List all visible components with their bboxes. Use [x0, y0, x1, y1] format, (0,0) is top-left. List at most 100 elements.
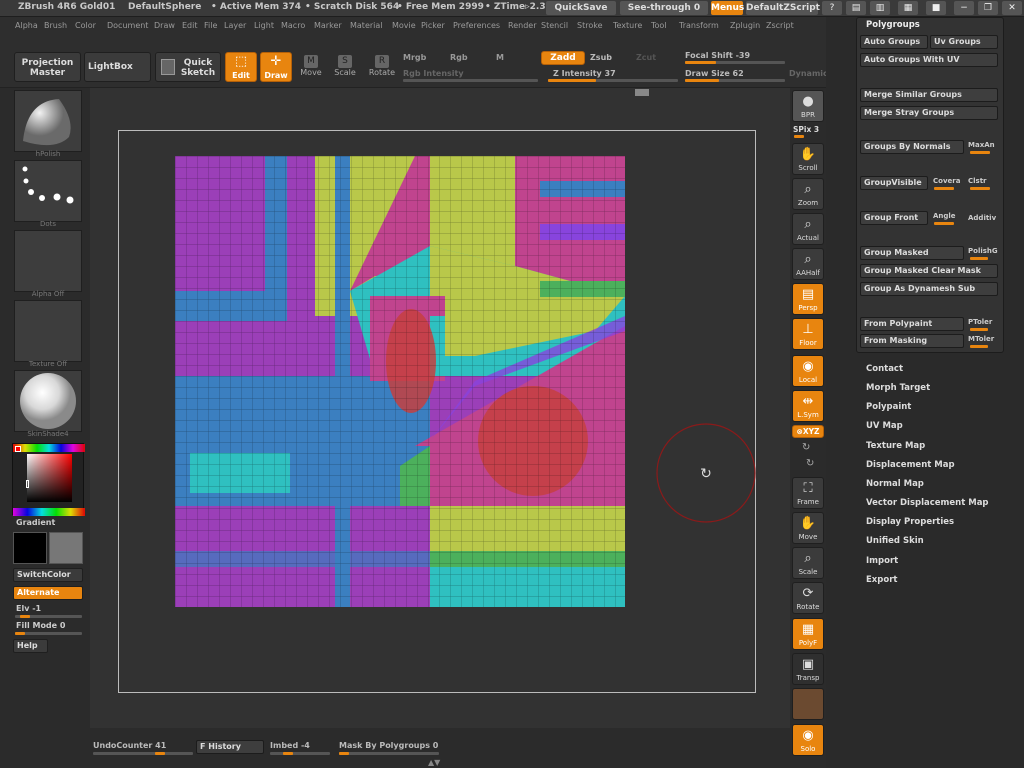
- m-button[interactable]: M: [496, 53, 504, 62]
- merge-similar-groups-button[interactable]: Merge Similar Groups: [860, 88, 998, 102]
- see-through-slider[interactable]: See-through 0: [620, 1, 708, 15]
- viewport-scroll-handle[interactable]: [635, 89, 649, 96]
- menu-light[interactable]: Light: [254, 21, 274, 30]
- coverage-slider[interactable]: [934, 187, 954, 190]
- submenu-display-properties[interactable]: Display Properties: [866, 517, 954, 527]
- auto-groups-uv-button[interactable]: Auto Groups With UV: [860, 53, 998, 67]
- menu-macro[interactable]: Macro: [281, 21, 305, 30]
- polygroup-mesh[interactable]: [175, 156, 625, 607]
- xyz-button[interactable]: ⊗XYZ: [792, 425, 824, 438]
- submenu-morph-target[interactable]: Morph Target: [866, 383, 930, 393]
- move-button[interactable]: M Move: [296, 53, 326, 81]
- config-icon[interactable]: ▦: [898, 1, 918, 15]
- rgb-button[interactable]: Rgb: [450, 53, 468, 62]
- menu-stroke[interactable]: Stroke: [577, 21, 603, 30]
- ui-icon[interactable]: ▥: [870, 1, 890, 15]
- groupvisible-button[interactable]: GroupVisible: [860, 176, 928, 190]
- draw-button[interactable]: ✛ Draw: [260, 52, 292, 82]
- scroll-button[interactable]: ✋ Scroll: [792, 143, 824, 175]
- hue-bar-bottom[interactable]: [13, 508, 85, 516]
- menu-alpha[interactable]: Alpha: [15, 21, 38, 30]
- menu-render[interactable]: Render: [508, 21, 536, 30]
- menu-tool[interactable]: Tool: [651, 21, 667, 30]
- mrgb-button[interactable]: Mrgb: [403, 53, 426, 62]
- menu-zplugin[interactable]: Zplugin: [730, 21, 760, 30]
- menu-preferences[interactable]: Preferences: [453, 21, 500, 30]
- restore-icon[interactable]: ❐: [978, 1, 998, 15]
- close-icon[interactable]: ✕: [1002, 1, 1022, 15]
- menu-texture[interactable]: Texture: [613, 21, 642, 30]
- fill-mode-slider[interactable]: [15, 632, 82, 635]
- submenu-export[interactable]: Export: [866, 575, 897, 585]
- rotate-z-icon[interactable]: ↻: [806, 458, 814, 469]
- group-front-button[interactable]: Group Front: [860, 211, 928, 225]
- menu-material[interactable]: Material: [350, 21, 383, 30]
- from-masking-button[interactable]: From Masking: [860, 334, 964, 348]
- color-saturation-square[interactable]: [27, 454, 72, 502]
- submenu-normal-map[interactable]: Normal Map: [866, 479, 924, 489]
- submenu-contact[interactable]: Contact: [866, 364, 903, 374]
- menu-zscript[interactable]: Zscript: [766, 21, 794, 30]
- floor-button[interactable]: ⊥ Floor: [792, 318, 824, 350]
- menu-file[interactable]: File: [204, 21, 217, 30]
- zsub-button[interactable]: Zsub: [590, 53, 612, 62]
- group-masked-button[interactable]: Group Masked: [860, 246, 964, 260]
- menu-draw[interactable]: Draw: [154, 21, 175, 30]
- polyf-button[interactable]: ▦ PolyF: [792, 618, 824, 650]
- expand-tray-icon[interactable]: ▲▼: [428, 758, 440, 767]
- mtolerance-slider[interactable]: [970, 345, 988, 348]
- actual-button[interactable]: ⌕ Actual: [792, 213, 824, 245]
- help-button[interactable]: Help: [13, 639, 48, 653]
- help-icon[interactable]: ?: [822, 1, 842, 15]
- quick-sketch-button[interactable]: Quick Sketch: [155, 52, 221, 82]
- from-polypaint-button[interactable]: From Polypaint: [860, 317, 964, 331]
- clustering-slider[interactable]: [970, 187, 990, 190]
- hue-bar[interactable]: [13, 444, 85, 452]
- lightbox-button[interactable]: LightBox: [84, 52, 151, 82]
- alternate-button[interactable]: Alternate: [13, 586, 83, 600]
- menus-button[interactable]: Menus: [711, 1, 744, 15]
- menu-document[interactable]: Document: [107, 21, 148, 30]
- edit-button[interactable]: ⬚ Edit: [225, 52, 257, 82]
- menu-marker[interactable]: Marker: [314, 21, 342, 30]
- menu-stencil[interactable]: Stencil: [541, 21, 568, 30]
- undo-slider[interactable]: [93, 752, 193, 755]
- gradient-label[interactable]: Gradient: [16, 518, 55, 527]
- stroke-thumbnail[interactable]: [14, 160, 82, 222]
- default-zscript-button[interactable]: DefaultZScript: [746, 1, 820, 15]
- secondary-color-swatch[interactable]: [49, 532, 83, 564]
- auto-groups-button[interactable]: Auto Groups: [860, 35, 928, 49]
- group-masked-clear-mask-button[interactable]: Group Masked Clear Mask: [860, 264, 998, 278]
- main-color-swatch[interactable]: [13, 532, 47, 564]
- scale-view-button[interactable]: ⌕ Scale: [792, 547, 824, 579]
- layout-icon[interactable]: ▤: [846, 1, 866, 15]
- ghost-button[interactable]: [792, 688, 824, 720]
- persp-button[interactable]: ▤ Persp: [792, 283, 824, 315]
- zcut-button[interactable]: Zcut: [636, 53, 656, 62]
- menu-transform[interactable]: Transform: [679, 21, 719, 30]
- zadd-button[interactable]: Zadd: [541, 51, 585, 65]
- transp-button[interactable]: ▣ Transp: [792, 653, 824, 685]
- projection-master-button[interactable]: Projection Master: [14, 52, 81, 82]
- ptolerance-slider[interactable]: [970, 328, 988, 331]
- dynamic-button[interactable]: Dynamic: [789, 69, 828, 78]
- zoom-button[interactable]: ⌕ Zoom: [792, 178, 824, 210]
- alpha-thumbnail[interactable]: [14, 230, 82, 292]
- uv-groups-button[interactable]: Uv Groups: [930, 35, 998, 49]
- menu-movie[interactable]: Movie: [392, 21, 416, 30]
- polish-slider[interactable]: [970, 257, 988, 260]
- lsym-button[interactable]: ⇹ L.Sym: [792, 390, 824, 422]
- minimize-icon[interactable]: −: [954, 1, 974, 15]
- brush-thumbnail[interactable]: [14, 90, 82, 152]
- solo-button[interactable]: ◉ Solo: [792, 724, 824, 756]
- menu-picker[interactable]: Picker: [421, 21, 445, 30]
- bpr-button[interactable]: ● BPR: [792, 90, 824, 122]
- rgb-intensity-slider[interactable]: [403, 79, 538, 82]
- submenu-import[interactable]: Import: [866, 556, 898, 566]
- submenu-polypaint[interactable]: Polypaint: [866, 402, 911, 412]
- spix-slider-fill[interactable]: [794, 135, 804, 138]
- submenu-unified-skin[interactable]: Unified Skin: [866, 536, 924, 546]
- local-button[interactable]: ◉ Local: [792, 355, 824, 387]
- angle-slider[interactable]: [934, 222, 954, 225]
- mask-by-polygroups-slider[interactable]: [339, 752, 439, 755]
